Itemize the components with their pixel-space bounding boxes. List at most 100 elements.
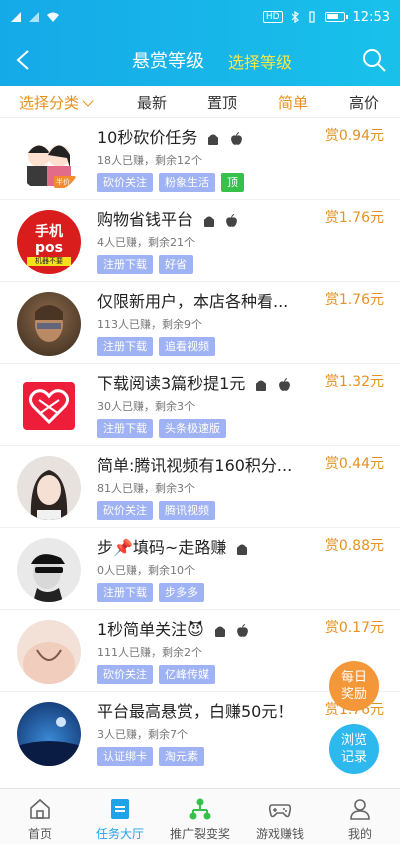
- task-tags: 砍价关注 腾讯视频: [97, 501, 215, 520]
- category-filter[interactable]: 选择分类: [19, 92, 94, 113]
- task-tag: 注册下载: [97, 583, 153, 602]
- task-item[interactable]: 仅限新用户，本店各种看... 赏1.76元 113人已赚，剩余9个 注册下载 追…: [0, 282, 400, 364]
- filter-pinned[interactable]: 置顶: [207, 92, 237, 113]
- task-tag: 亿峰传媒: [159, 665, 215, 684]
- task-item[interactable]: 下载阅读3篇秒提1元 赏1.32元 30人已赚，剩余3个 注册下载 头条极速版: [0, 364, 400, 446]
- avatar-subtext: 机器不要: [27, 257, 71, 266]
- task-reward: 赏0.88元: [324, 538, 384, 554]
- task-tags: 注册下载 步多多: [97, 583, 204, 602]
- cartoon-couple-avatar: [27, 145, 76, 188]
- apple-icon: [278, 377, 290, 391]
- task-title: 简单:腾讯视频有160积分...: [97, 456, 293, 475]
- back-button[interactable]: [10, 46, 38, 74]
- task-tags: 注册下载 追看视频: [97, 337, 215, 356]
- task-tag: 步多多: [159, 583, 204, 602]
- avatar: [17, 538, 81, 602]
- avatar-text: 手机pos: [35, 224, 63, 256]
- android-icon: [256, 380, 267, 391]
- browse-history-button[interactable]: 浏览记录: [329, 724, 379, 774]
- apple-icon: [237, 623, 248, 637]
- pinned-tag: 顶: [221, 173, 244, 192]
- search-button[interactable]: [360, 46, 388, 74]
- task-meta: 111人已赚，剩余2个: [97, 646, 202, 659]
- android-icon: [208, 134, 219, 145]
- status-left: [10, 11, 60, 23]
- filter-simple[interactable]: 简单: [278, 92, 308, 113]
- chevron-down-icon: [82, 95, 94, 107]
- avatar-badge: 半价: [56, 178, 70, 186]
- girl-portrait-avatar: [30, 470, 68, 520]
- task-meta: 30人已赚，剩余3个: [97, 400, 195, 413]
- task-meta: 0人已赚，剩余10个: [97, 564, 195, 577]
- task-title-text: 步📌填码~走路赚: [97, 538, 227, 557]
- filter-high-price[interactable]: 高价: [349, 92, 379, 113]
- task-tag: 淘元素: [159, 747, 204, 766]
- task-reward: 赏0.44元: [324, 456, 384, 472]
- task-reward: 赏0.94元: [324, 128, 384, 144]
- task-title: 仅限新用户，本店各种看...: [97, 292, 289, 311]
- search-icon: [363, 49, 386, 72]
- task-reward: 赏1.76元: [324, 292, 384, 308]
- task-item[interactable]: 步📌填码~走路赚 赏0.88元 0人已赚，剩余10个 注册下载 步多多: [0, 528, 400, 610]
- task-item[interactable]: 简单:腾讯视频有160积分... 赏0.44元 81人已赚，剩余3个 砍价关注 …: [0, 446, 400, 528]
- task-tags: 砍价关注 粉象生活 顶: [97, 173, 244, 192]
- tab-referral[interactable]: 推广裂变奖: [160, 789, 240, 844]
- battery-icon: [324, 12, 348, 22]
- tab-task-hall[interactable]: 任务大厅: [80, 789, 160, 844]
- task-tags: 注册下载 好省: [97, 255, 193, 274]
- user-icon: [350, 799, 370, 820]
- warrior-face-avatar: [35, 305, 63, 342]
- task-meta: 113人已赚，剩余9个: [97, 318, 202, 331]
- header: 悬赏等级 选择等级: [0, 34, 400, 86]
- category-filter-label: 选择分类: [19, 94, 80, 112]
- referral-tree-icon: [189, 798, 211, 820]
- task-title: 1秒简单关注😈: [97, 616, 249, 640]
- task-tag: 认证绑卡: [97, 747, 153, 766]
- task-meta: 3人已赚，剩余7个: [97, 728, 188, 741]
- android-icon: [204, 216, 215, 227]
- hd-badge: HD: [262, 11, 283, 23]
- status-right: HD 12:53: [262, 9, 390, 25]
- tab-label: 推广裂变奖: [169, 827, 230, 841]
- home-icon: [30, 798, 50, 819]
- tab-games[interactable]: 游戏赚钱: [240, 789, 320, 844]
- avatar: [17, 292, 81, 356]
- task-reward: 赏0.17元: [324, 620, 384, 636]
- android-icon: [214, 626, 225, 637]
- tab-home[interactable]: 首页: [0, 789, 80, 844]
- task-title: 10秒砍价任务: [97, 124, 243, 148]
- apple-icon: [230, 131, 242, 145]
- apple-icon: [226, 213, 238, 227]
- tab-profile[interactable]: 我的: [320, 789, 400, 844]
- daily-reward-button[interactable]: 每日奖励: [329, 661, 379, 711]
- task-title-text: 10秒砍价任务: [97, 128, 198, 147]
- task-item[interactable]: 半价 10秒砍价任务 赏0.94元 18人已赚，剩余12个 砍价关注 粉象生活 …: [0, 118, 400, 200]
- task-tag: 注册下载: [97, 419, 153, 438]
- daily-reward-label: 每日奖励: [340, 670, 367, 702]
- bluetooth-icon: [291, 11, 299, 23]
- task-hall-icon: [111, 799, 129, 819]
- tab-label: 首页: [27, 827, 52, 841]
- red-heart-logo-icon: [23, 382, 75, 430]
- filter-latest[interactable]: 最新: [137, 92, 167, 113]
- skin-closeup-avatar: [23, 642, 75, 684]
- page-title: 悬赏等级: [132, 51, 204, 72]
- status-time: 12:53: [352, 9, 390, 25]
- status-bar: HD 12:53: [0, 0, 400, 34]
- task-tag: 粉象生活: [159, 173, 215, 192]
- select-level-button[interactable]: 选择等级: [228, 49, 292, 73]
- avatar: [17, 702, 81, 766]
- task-item[interactable]: 手机pos 机器不要 购物省钱平台 赏1.76元 4人已赚，剩余21个 注册下载…: [0, 200, 400, 282]
- task-tag: 追看视频: [159, 337, 215, 356]
- task-title-text: 1秒简单关注😈: [97, 620, 204, 639]
- avatar: 半价: [17, 128, 81, 192]
- tab-label: 游戏赚钱: [255, 827, 304, 841]
- night-scene-avatar: [17, 717, 81, 766]
- sunglasses-man-avatar: [31, 554, 65, 602]
- task-tag: 好省: [159, 255, 193, 274]
- task-tag: 头条极速版: [159, 419, 226, 438]
- task-title-text: 购物省钱平台: [97, 210, 194, 229]
- filter-bar: 选择分类 最新 置顶 简单 高价: [0, 86, 400, 118]
- task-title: 平台最高悬赏，白赚50元！: [97, 702, 294, 721]
- task-title: 步📌填码~走路赚: [97, 534, 249, 558]
